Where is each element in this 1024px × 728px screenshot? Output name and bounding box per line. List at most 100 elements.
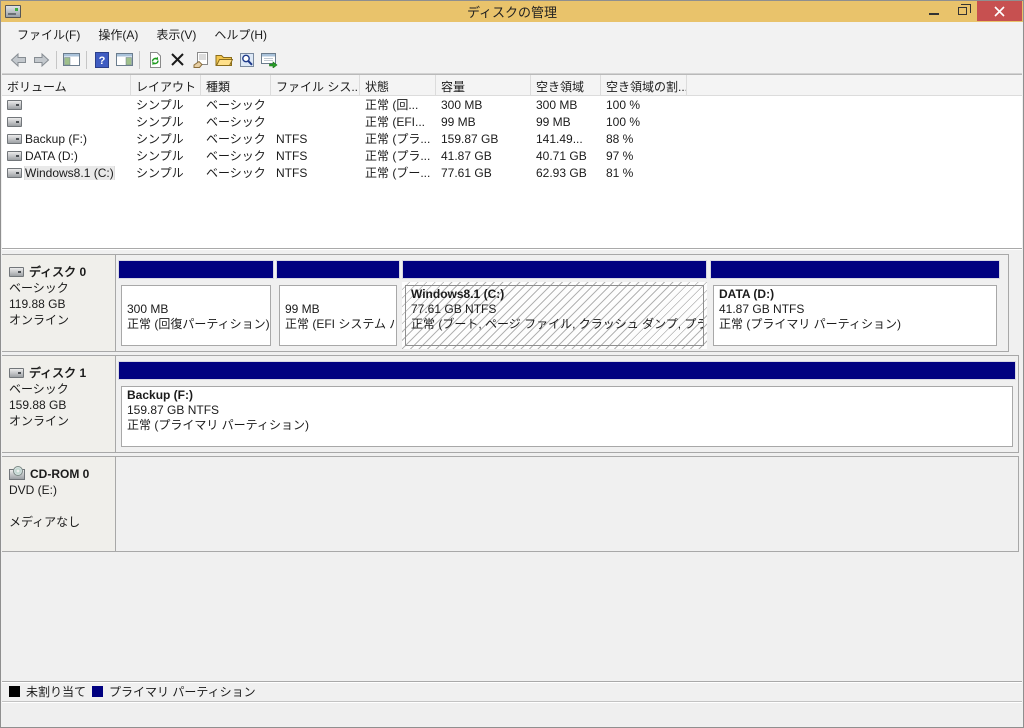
disk-status: オンライン [9,414,70,428]
partition-size: 77.61 GB NTFS [411,302,497,316]
show-action-pane-button[interactable] [113,49,136,71]
partition-name [127,287,265,302]
toolbar-separator [56,50,57,69]
delete-button[interactable] [166,49,189,71]
forward-button[interactable] [30,49,53,71]
minimize-button[interactable] [919,1,948,21]
partition-name: Windows8.1 (C:) [411,287,505,301]
cdrom-0-row: CD-ROM 0 DVD (E:) メディアなし [2,456,1019,552]
toolbar-separator [139,50,140,69]
cell-free-pct: 88 % [606,131,634,146]
volume-list-header: ボリューム レイアウト 種類 ファイル シス... 状態 容量 空き領域 空き領… [2,75,1022,96]
partition-data-d[interactable]: DATA (D:) 41.87 GB NTFS 正常 (プライマリ パーティショ… [710,260,1000,349]
graphical-view: ディスク 0 ベーシック 119.88 GB オンライン 300 MB 正常 (… [2,254,1022,681]
cell-status: 正常 (プラ... [365,132,431,146]
cell-capacity: 99 MB [441,114,476,129]
svg-text:?: ? [98,55,105,67]
disk-0-row: ディスク 0 ベーシック 119.88 GB オンライン 300 MB 正常 (… [2,254,1009,352]
partition-status: 正常 (ブート, ページ ファイル, クラッシュ ダンプ, プライマリ パー [411,317,703,331]
cell-free-pct: 100 % [606,97,641,112]
legend-primary-partition: プライマリ パーティション [92,683,256,700]
restore-button[interactable] [948,1,977,21]
refresh-icon [149,51,161,68]
partition-name: Backup (F:) [127,388,193,402]
column-header-volume[interactable]: ボリューム [2,75,131,95]
export-list-button[interactable] [258,49,281,71]
column-header-layout[interactable]: レイアウト [131,75,201,95]
table-row[interactable]: シンプル ベーシック 正常 (回... 300 MB 300 MB 100 % [2,96,1022,113]
menu-action[interactable]: 操作(A) [89,23,147,46]
table-row[interactable]: DATA (D:) シンプル ベーシック NTFS 正常 (プラ... 41.8… [2,147,1022,164]
menu-help[interactable]: ヘルプ(H) [205,23,276,46]
cdrom-0-panel[interactable]: CD-ROM 0 DVD (E:) メディアなし [2,457,116,551]
cell-capacity: 41.87 GB [441,148,492,163]
volume-name: Windows8.1 (C:) [24,165,115,180]
refresh-button[interactable] [143,49,166,71]
partition-windows-c[interactable]: Windows8.1 (C:) 77.61 GB NTFS 正常 (ブート, ペ… [402,260,707,349]
toolbar-separator [86,50,87,69]
cell-status: 正常 (EFI... [365,115,426,129]
cell-fs: NTFS [276,131,308,146]
disk-size: 159.88 GB [9,398,67,412]
find-button[interactable] [235,49,258,71]
disk-icon [9,267,24,277]
find-icon [239,52,254,67]
partition-efi[interactable]: 99 MB 正常 (EFI システム パ [276,260,400,349]
open-button[interactable] [212,49,235,71]
open-folder-icon [215,55,233,66]
disk-1-row: ディスク 1 ベーシック 159.88 GB オンライン Backup (F:)… [2,355,1019,453]
console-tree-icon [63,53,80,66]
action-pane-icon [116,53,133,66]
cell-free: 40.71 GB [536,148,587,163]
cell-capacity: 77.61 GB [441,165,492,180]
menu-bar: ファイル(F) 操作(A) 表示(V) ヘルプ(H) [2,22,1022,46]
column-header-status[interactable]: 状態 [360,75,436,95]
help-icon: ? [94,51,109,68]
cdrom-media-status: メディアなし [9,515,81,529]
partition-size: 159.87 GB NTFS [127,403,220,417]
menu-view[interactable]: 表示(V) [147,23,205,46]
disk-management-window: ディスクの管理 ファイル(F) 操作(A) 表示(V) ヘルプ(H) ? ボリュ… [0,0,1024,728]
unallocated-swatch [9,686,20,697]
table-row[interactable]: Backup (F:) シンプル ベーシック NTFS 正常 (プラ... 15… [2,130,1022,147]
show-console-tree-button[interactable] [60,49,83,71]
table-row-selected[interactable]: Windows8.1 (C:) シンプル ベーシック NTFS 正常 (ブー..… [2,164,1022,181]
column-header-filesystem[interactable]: ファイル シス... [271,75,360,95]
cell-type: ベーシック [206,149,266,163]
disk-0-panel[interactable]: ディスク 0 ベーシック 119.88 GB オンライン [2,255,116,351]
legend-bar: 未割り当て プライマリ パーティション [2,681,1022,701]
partition-color-bar [276,260,400,279]
cell-layout: シンプル [136,166,184,180]
table-row[interactable]: シンプル ベーシック 正常 (EFI... 99 MB 99 MB 100 % [2,113,1022,130]
partition-status: 正常 (プライマリ パーティション) [719,317,901,331]
partition-recovery[interactable]: 300 MB 正常 (回復パーティション) [118,260,274,349]
cell-fs: NTFS [276,148,308,163]
cell-free-pct: 97 % [606,148,634,163]
properties-button[interactable] [189,49,212,71]
volume-icon [7,116,22,127]
volume-icon [7,99,22,110]
cell-type: ベーシック [206,115,266,129]
legend-label: プライマリ パーティション [109,685,256,699]
partition-backup-f[interactable]: Backup (F:) 159.87 GB NTFS 正常 (プライマリ パーテ… [118,361,1016,450]
titlebar: ディスクの管理 [1,1,1023,22]
cell-capacity: 300 MB [441,97,483,112]
cell-free-pct: 81 % [606,165,634,180]
back-button[interactable] [7,49,30,71]
cell-free: 99 MB [536,114,571,129]
close-button[interactable] [977,1,1022,21]
disk-name: ディスク 0 [29,265,87,279]
disk-1-panel[interactable]: ディスク 1 ベーシック 159.88 GB オンライン [2,356,116,452]
column-header-free[interactable]: 空き領域 [531,75,601,95]
cdrom-drive-letter: DVD (E:) [9,483,57,497]
column-header-type[interactable]: 種類 [201,75,271,95]
column-header-free-pct[interactable]: 空き領域の割... [601,75,687,95]
help-button[interactable]: ? [90,49,113,71]
partition-status: 正常 (回復パーティション) [127,317,270,331]
forward-icon [34,52,50,67]
partition-size: 99 MB [285,302,320,316]
column-header-capacity[interactable]: 容量 [436,75,531,95]
column-header-filler [687,75,1022,95]
menu-file[interactable]: ファイル(F) [8,23,89,46]
